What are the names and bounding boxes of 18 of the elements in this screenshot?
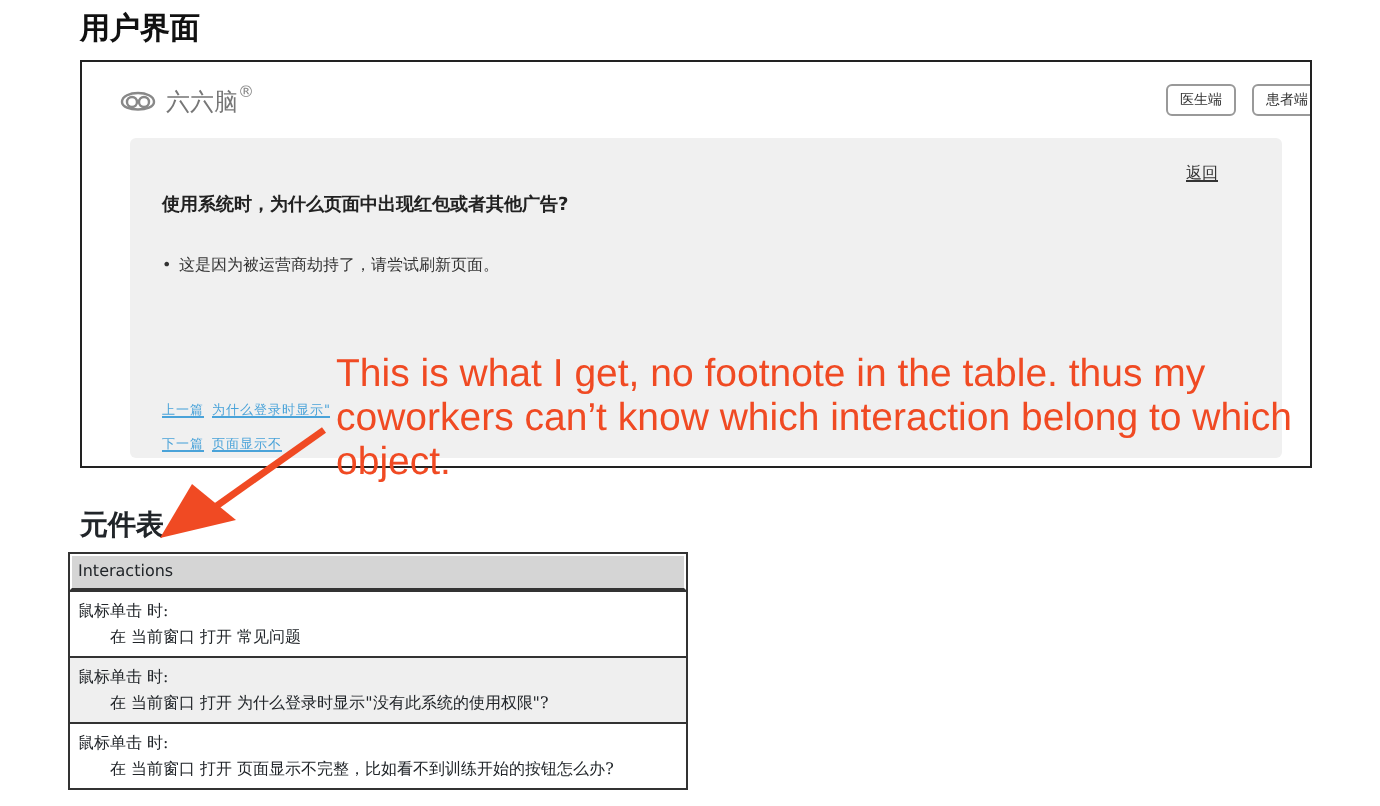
event-text: 鼠标单击 时: bbox=[78, 732, 171, 756]
answer-text: 这是因为被运营商劫持了，请尝试刷新页面。 bbox=[179, 253, 500, 277]
annotation-line: This is what I get, no footnote in the table. thus my bbox=[336, 352, 1206, 396]
question-title: 使用系统时，为什么页面中出现红包或者其他广告? bbox=[162, 194, 571, 220]
event-text: 鼠标单击 时: bbox=[78, 600, 171, 624]
action-text: 在 当前窗口 打开 页面显示不完整，比如看不到训练开始的按钮怎么办? bbox=[108, 758, 616, 782]
event-text: 鼠标单击 时: bbox=[78, 666, 171, 690]
back-link[interactable]: 返回 bbox=[1186, 162, 1250, 186]
registered-mark: ® bbox=[238, 83, 254, 102]
bullet: • bbox=[162, 253, 172, 277]
action-text: 在 当前窗口 打开 为什么登录时显示"没有此系统的使用权限"? bbox=[108, 692, 551, 716]
annotation-line: coworkers can’t know which interaction belong to which bbox=[336, 396, 1292, 440]
section-title: 用户界面 bbox=[80, 8, 202, 48]
logo-icon bbox=[118, 86, 158, 114]
logo-text: 六六脑 bbox=[166, 88, 238, 116]
table-title: 元件表 bbox=[80, 508, 166, 544]
table-header: Interactions bbox=[70, 554, 686, 590]
action-text: 在 当前窗口 打开 常见问题 bbox=[108, 626, 304, 650]
